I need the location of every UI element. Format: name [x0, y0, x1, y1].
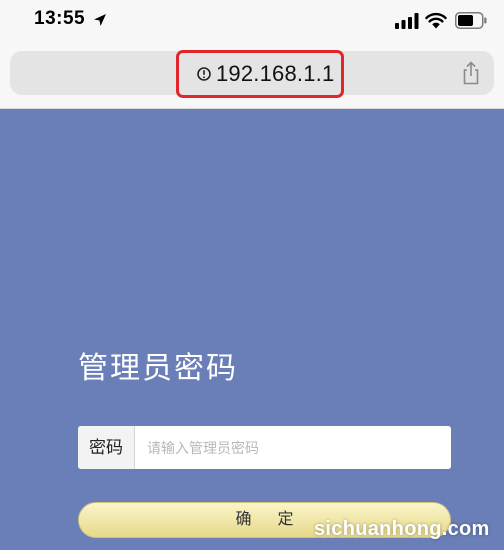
phone-screen: 13:55 192.168.1.1 管理员密码 密码 确定 sichuanhon… [0, 0, 504, 550]
signal-icon [395, 13, 419, 29]
password-field-row: 密码 [78, 426, 451, 469]
location-arrow-icon [94, 14, 106, 26]
password-input[interactable] [135, 426, 451, 469]
watermark-text: sichuanhong.com [314, 518, 490, 540]
page-title: 管理员密码 [78, 352, 238, 385]
share-icon[interactable] [461, 61, 481, 85]
router-login-page: 管理员密码 密码 确定 [0, 109, 504, 550]
password-label: 密码 [78, 426, 135, 469]
wifi-icon [425, 12, 447, 29]
url-highlight-box [176, 50, 344, 98]
battery-icon [455, 12, 487, 29]
browser-address-area: 192.168.1.1 [0, 42, 504, 109]
status-time: 13:55 [34, 8, 86, 29]
status-bar: 13:55 [0, 0, 504, 42]
